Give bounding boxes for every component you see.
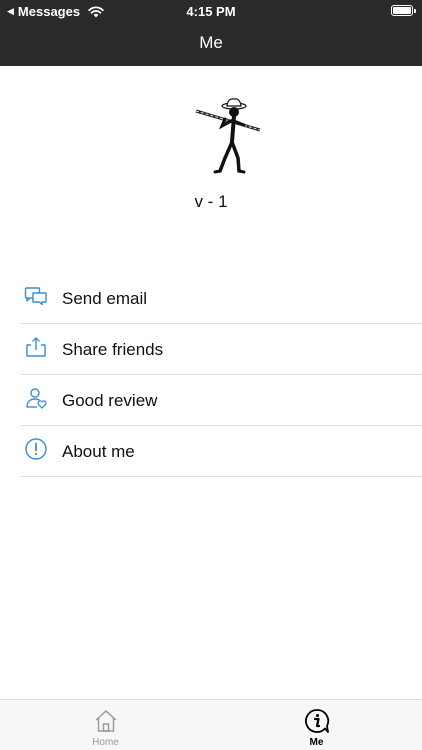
menu-item-about-me[interactable]: About me [20, 426, 422, 477]
menu-item-share-friends[interactable]: Share friends [20, 324, 422, 375]
me-screen: ◀ Messages 4:15 PM Me v - 1 Send email S… [0, 0, 422, 750]
tab-me-label: Me [309, 737, 324, 748]
info-icon [25, 438, 47, 460]
navigation-header: ◀ Messages 4:15 PM Me [0, 0, 422, 66]
menu-item-good-review[interactable]: Good review [20, 375, 422, 426]
tab-home-label: Home [92, 737, 119, 748]
menu-item-label: About me [62, 442, 135, 461]
message-icon [24, 287, 47, 306]
menu-item-send-email[interactable]: Send email [20, 273, 422, 324]
status-time: 4:15 PM [186, 4, 236, 19]
menu-item-label: Share friends [62, 340, 164, 359]
tab-bar: Home Me [0, 699, 422, 750]
share-icon [26, 337, 46, 357]
battery-level [393, 7, 411, 14]
user-heart-icon [26, 388, 47, 409]
tab-home[interactable]: Home [0, 700, 211, 750]
home-icon [95, 710, 117, 732]
status-bar: ◀ Messages 4:15 PM [0, 0, 422, 22]
app-avatar-icon [195, 98, 261, 174]
app-version: v - 1 [194, 192, 228, 211]
settings-menu: Send email Share friends Good review Abo… [20, 273, 422, 477]
info-chat-icon [305, 709, 330, 733]
battery-icon [391, 5, 416, 16]
page-title: Me [199, 33, 223, 52]
menu-item-label: Send email [62, 289, 148, 308]
menu-item-label: Good review [62, 391, 158, 410]
tab-me[interactable]: Me [211, 700, 422, 750]
